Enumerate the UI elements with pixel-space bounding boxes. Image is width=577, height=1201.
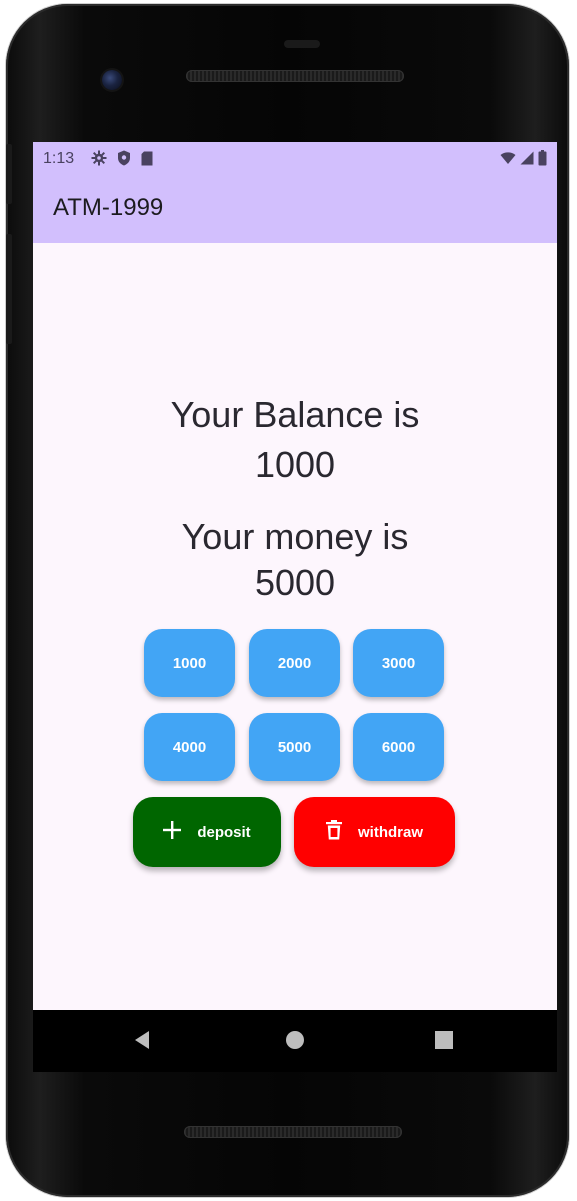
plus-icon [163,821,182,843]
system-nav-bar [33,1010,557,1072]
balance-value: 1000 [254,444,336,485]
amount-button-2000[interactable]: 2000 [249,629,340,697]
bottom-speaker [184,1126,402,1138]
front-camera [102,70,122,90]
power-button [6,234,12,344]
home-icon[interactable] [285,1030,305,1055]
settings-icon [91,150,107,171]
recents-icon[interactable] [435,1031,453,1054]
status-bar: 1:13 [33,142,557,176]
signal-icon [520,151,534,170]
earpiece-speaker [186,70,404,82]
app-bar: ATM-1999 [33,176,557,243]
amount-button-3000[interactable]: 3000 [353,629,444,697]
status-time: 1:13 [43,150,75,167]
device-screen: 1:13 ATM-1999 Your Balance is 1000 Your … [33,142,557,1010]
amount-button-4000[interactable]: 4000 [144,713,235,781]
sim-card-icon [141,151,153,171]
shield-icon [117,150,131,171]
amount-button-6000[interactable]: 6000 [353,713,444,781]
deposit-button[interactable]: deposit [133,797,281,867]
top-sensor [284,40,320,48]
main-content: Your Balance is 1000 Your money is 5000 … [33,243,557,1010]
withdraw-label: withdraw [357,823,423,841]
money-label: Your money is [181,516,409,557]
deposit-label: deposit [197,823,251,841]
money-value: 5000 [254,562,336,603]
amount-button-1000[interactable]: 1000 [144,629,235,697]
wifi-icon [500,151,516,170]
trash-icon [325,820,342,844]
app-title: ATM-1999 [53,194,164,221]
withdraw-button[interactable]: withdraw [294,797,455,867]
volume-button [6,144,12,204]
balance-label: Your Balance is [170,394,420,435]
back-icon[interactable] [133,1030,151,1055]
battery-icon [538,150,547,171]
amount-button-5000[interactable]: 5000 [249,713,340,781]
